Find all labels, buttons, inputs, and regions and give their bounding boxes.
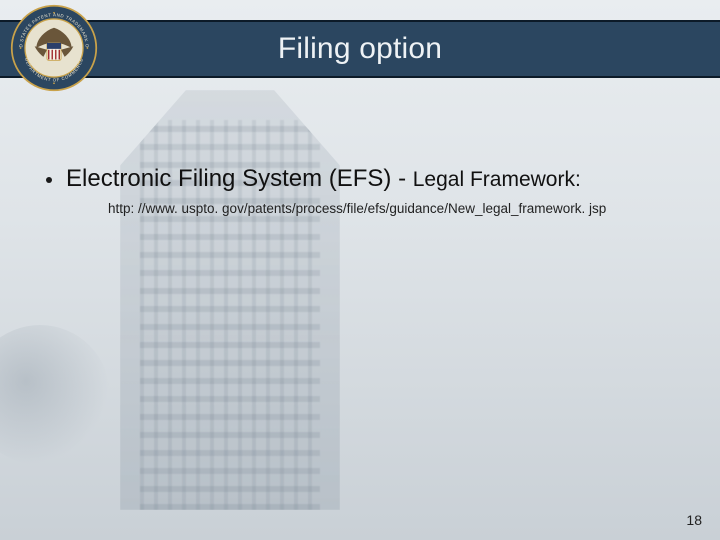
slide-title: Filing option: [278, 32, 442, 66]
background-blob: [0, 325, 110, 465]
title-band: Filing option: [0, 20, 720, 78]
url-text: http: //www. uspto. gov/patents/process/…: [108, 201, 680, 216]
bullet-dot-icon: [46, 177, 52, 183]
bullet-item: Electronic Filing System (EFS) - Legal F…: [40, 165, 680, 193]
slide: UNITED STATES PATENT AND TRADEMARK OFFIC…: [0, 0, 720, 540]
background-building: [120, 90, 340, 510]
agency-seal-icon: UNITED STATES PATENT AND TRADEMARK OFFIC…: [10, 4, 98, 92]
page-number: 18: [686, 512, 702, 528]
bullet-sub: Legal Framework:: [413, 168, 581, 191]
content-area: Electronic Filing System (EFS) - Legal F…: [40, 165, 680, 216]
bullet-text: Electronic Filing System (EFS) - Legal F…: [66, 165, 581, 193]
bullet-main: Electronic Filing System (EFS) -: [66, 165, 413, 192]
